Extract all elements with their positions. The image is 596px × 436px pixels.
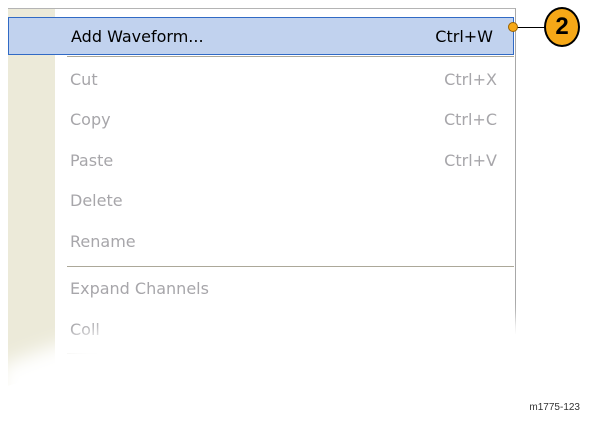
menu-item-rename[interactable]: Rename	[8, 223, 514, 261]
menu-separator	[67, 56, 514, 57]
menu-separator	[67, 266, 514, 267]
menu-item-shortcut: Ctrl+W	[435, 27, 493, 46]
context-menu: Add Waveform... Ctrl+W Cut Ctrl+X Copy C…	[8, 8, 516, 418]
menu-item-paste[interactable]: Paste Ctrl+V	[8, 142, 514, 180]
menu-item-delete[interactable]: Delete	[8, 182, 514, 220]
menu-item-label: Add Waveform...	[71, 27, 204, 46]
callout-number-badge: 2	[544, 7, 580, 47]
menu-item-add-waveform[interactable]: Add Waveform... Ctrl+W	[8, 17, 514, 55]
figure-id: m1775-123	[529, 402, 580, 413]
menu-item-shortcut: Ctrl+V	[444, 151, 497, 170]
menu-item-collapse-channels[interactable]: Coll	[8, 311, 514, 349]
menu-item-label: Coll	[70, 320, 100, 339]
menu-item-shortcut: Ctrl+C	[443, 110, 497, 129]
menu-item-label: Rename	[70, 232, 136, 251]
menu-item-label: Expand Channels	[70, 279, 209, 298]
menu-item-expand-channels[interactable]: Expand Channels	[8, 270, 514, 308]
menu-item-label: Paste	[70, 151, 114, 170]
callout-leader-line	[516, 27, 545, 28]
menu-item-label: Delete	[70, 191, 123, 210]
menu-item-copy[interactable]: Copy Ctrl+C	[8, 101, 514, 139]
menu-item-label: Cut	[70, 70, 98, 89]
menu-item-shortcut: Ctrl+X	[444, 70, 497, 89]
callout-pointer-dot	[508, 22, 518, 32]
menu-separator	[67, 353, 514, 354]
menu-item-label: Copy	[70, 110, 111, 129]
menu-item-cut[interactable]: Cut Ctrl+X	[8, 61, 514, 99]
